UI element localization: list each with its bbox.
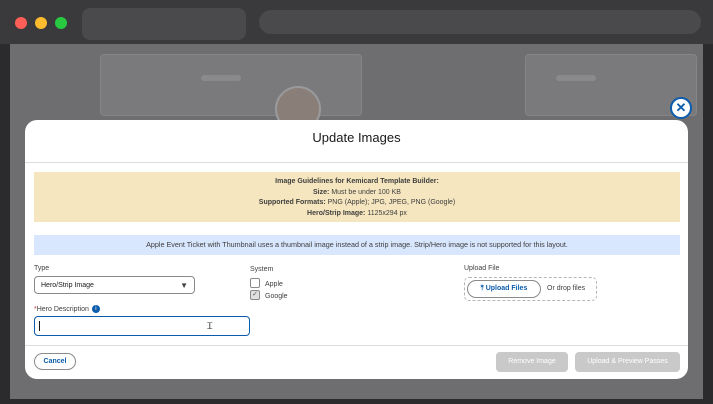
browser-tab[interactable] [82,8,246,40]
system-label: System [250,266,274,273]
text-caret [39,321,40,331]
window-minimize-dot[interactable] [35,17,47,29]
google-checkbox[interactable]: ✓ [250,290,260,300]
size-label: Size: [313,188,330,196]
window-close-dot[interactable] [15,17,27,29]
background-card [100,54,362,116]
hero-description-label: Hero Description [36,305,89,313]
hero-size-label: Hero/Strip Image: [307,209,366,217]
size-value: Must be under 100 KB [331,188,401,196]
upload-files-label: Upload Files [485,285,528,292]
upload-icon: ⤒ [480,285,484,292]
hero-description-label-row: *Hero Description i [34,305,100,313]
info-icon[interactable]: i [91,305,100,313]
chevron-down-icon: ▼ [180,281,188,290]
type-select[interactable]: Hero/Strip Image ▼ [34,276,195,294]
google-option-label: Google [265,292,288,300]
formats-value: PNG (Apple); JPG, JPEG, PNG (Google) [327,199,456,206]
type-selected-value: Hero/Strip Image [41,282,94,289]
header-divider [25,162,688,163]
footer-divider [25,345,688,346]
upload-file-label: Upload File [464,265,500,272]
upload-drop-zone[interactable]: ⤒ Upload Files Or drop files [464,277,597,301]
apple-checkbox[interactable] [250,278,260,288]
system-option-google[interactable]: ✓ Google [250,290,288,301]
type-label: Type [34,265,50,272]
update-images-modal: Update Images Image Guidelines for Kemic… [25,120,688,379]
hero-description-input[interactable]: Ꮖ [34,316,250,336]
close-icon[interactable]: ✕ [670,97,692,119]
upload-preview-passes-button[interactable]: Upload & Preview Passes [575,352,680,372]
layout-info-message: Apple Event Ticket with Thumbnail uses a… [34,235,680,255]
cancel-button[interactable]: Cancel [34,353,76,370]
guidelines-heading: Image Guidelines for Kemicard Template B… [275,178,439,185]
hero-size-value: 1125x294 px [367,209,407,217]
upload-files-button[interactable]: ⤒ Upload Files [467,280,541,298]
apple-option-label: Apple [265,280,283,288]
image-guidelines-panel: Image Guidelines for Kemicard Template B… [34,172,680,222]
ibeam-cursor-icon: Ꮖ [207,321,213,331]
formats-label: Supported Formats: [258,199,326,206]
modal-title: Update Images [312,130,401,145]
window-maximize-dot[interactable] [55,17,67,29]
system-option-apple[interactable]: Apple [250,278,283,289]
address-bar[interactable] [259,10,701,34]
browser-chrome [0,0,713,44]
drop-files-text: Or drop files [547,285,586,292]
remove-image-button[interactable]: Remove Image [496,352,568,372]
